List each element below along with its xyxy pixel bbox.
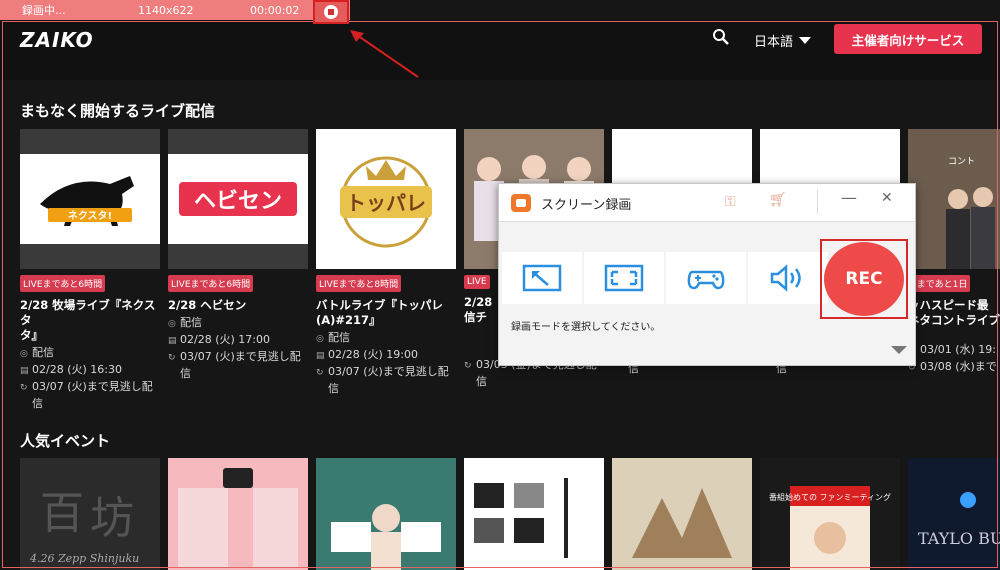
replay-icon: ↻: [316, 368, 324, 378]
language-label: 日本語: [754, 35, 794, 50]
thumb-text: トッパレ: [346, 191, 426, 215]
recording-status-bar: 録画中... 1140x622 00:00:02: [0, 0, 350, 24]
cart-icon[interactable]: 🛒︎: [769, 192, 787, 208]
gamepad-icon: [687, 270, 725, 290]
region-select-icon: [522, 264, 562, 292]
popular-event-card[interactable]: [168, 458, 308, 570]
event-thumbnail[interactable]: コント: [908, 129, 1000, 269]
popular-event-card[interactable]: TAYLO BURTON: [908, 458, 1000, 570]
recording-status: 録画中...: [22, 4, 66, 17]
live-badge: LIVEまであと6時間: [168, 275, 254, 292]
recording-timer: 00:00:02: [250, 3, 300, 17]
popular-event-card[interactable]: [316, 458, 456, 570]
close-button[interactable]: ✕: [881, 190, 893, 206]
broadcast-icon: ◎: [316, 334, 324, 344]
zaiko-page: ZAIKO 日本語 主催者向けサービス まもなく開始するライブ配信 ネクスタ! …: [0, 0, 1000, 570]
event-thumbnail[interactable]: トッパレ: [316, 129, 456, 269]
fullscreen-icon: [604, 264, 644, 292]
minimize-button[interactable]: —: [841, 188, 857, 207]
replay-icon: ↻: [20, 383, 28, 393]
upcoming-live-title: まもなく開始するライブ配信: [20, 102, 216, 120]
event-card[interactable]: トッパレ LIVEまであと8時間 バトルライブ『トッパレ (A)#217』 ◎ 配信…: [316, 129, 456, 396]
fullscreen-mode-button[interactable]: [584, 252, 664, 304]
event-thumbnail: [612, 458, 752, 570]
svg-text:番組始めての ファンミーティング: 番組始めての ファンミーティング: [769, 492, 891, 502]
key-icon[interactable]: ⚿: [725, 194, 736, 210]
event-title: 2/28 ヘビセン: [168, 298, 247, 312]
event-thumbnail[interactable]: ネクスタ!: [20, 129, 160, 269]
audio-mode-button[interactable]: [748, 252, 828, 304]
game-mode-button[interactable]: [666, 252, 746, 304]
mode-hint-text: 録画モードを選択してください。: [511, 322, 661, 333]
site-header: ZAIKO 日本語 主催者向けサービス: [0, 20, 1000, 80]
annotation-arrow-icon: [350, 30, 419, 78]
expand-chevron-icon[interactable]: [891, 346, 907, 354]
popular-event-card[interactable]: 番組始めての ファンミーティング: [760, 458, 900, 570]
live-badge: LIVEまであと8時間: [316, 275, 402, 292]
event-title: 2/28 牧場ライブ『ネクスタ タ』: [20, 298, 156, 342]
event-thumbnail: TAYLO BURTON: [908, 458, 1000, 570]
hebisen-logo-icon: ヘビセン: [179, 182, 297, 216]
popular-event-card[interactable]: 百 坊 4.26 Zepp Shinjuku: [20, 458, 160, 570]
event-title: ッハスピード最 ネタコントライブ: [908, 298, 1000, 327]
recorder-titlebar: スクリーン録画 ⚿ 🛒︎ — ✕: [499, 184, 915, 222]
event-thumbnail: 番組始めての ファンミーティング: [769, 486, 891, 570]
rec-button[interactable]: REC: [824, 242, 904, 316]
recorder-app-icon: [511, 194, 531, 212]
event-thumbnail[interactable]: ヘビセン: [168, 129, 308, 269]
recording-resolution: 1140x622: [138, 3, 194, 17]
calendar-icon: ▤: [168, 336, 177, 346]
event-meta: ◎ 配信 ▤ 02/28 (火) 16:30 ↻ 03/07 (火)まで見逃し配 信: [20, 346, 153, 410]
popular-events-title: 人気イベント: [20, 432, 111, 450]
event-card[interactable]: ヘビセン LIVEまであと6時間 2/28 ヘビセン ◎ 配信 ▤ 02/28 (火…: [168, 129, 308, 381]
recorder-title: スクリーン録画: [541, 198, 632, 213]
street-photo-icon: コント: [908, 129, 1000, 269]
event-thumbnail: [316, 458, 456, 570]
calendar-icon: ▤: [20, 366, 29, 376]
calendar-icon: ▤: [316, 351, 325, 361]
thumb-text: コント: [948, 157, 975, 167]
search-icon[interactable]: [712, 28, 730, 46]
event-meta: ◎ 配信 ▤ 02/28 (火) 19:00 ↻ 03/07 (火)まで見逃し配 信: [316, 331, 449, 395]
thumb-text: ヘビセン: [194, 189, 282, 214]
language-selector[interactable]: 日本語: [754, 31, 812, 50]
horse-logo-icon: ネクスタ!: [40, 176, 134, 226]
event-thumbnail: [464, 458, 604, 570]
event-card[interactable]: ネクスタ! LIVEまであと6時間 2/28 牧場ライブ『ネクスタ タ』 ◎ 配信 …: [20, 129, 160, 411]
speaker-icon: [770, 264, 801, 292]
event-meta: ◎ 配信 ▤ 02/28 (火) 17:00 ↻ 03/07 (火)まで見逃し配 信: [168, 316, 301, 380]
zaiko-logo[interactable]: ZAIKO: [20, 28, 94, 52]
event-meta: ▤03/01 (水) 19: ↻03/08 (水)まで: [908, 342, 1000, 376]
titlebar-divider: [817, 190, 818, 214]
stop-recording-button[interactable]: [313, 0, 349, 24]
stop-icon: [324, 5, 338, 19]
replay-icon: ↻: [464, 361, 472, 371]
event-title: バトルライブ『トッパレ (A)#217』: [316, 298, 443, 327]
replay-icon: ↻: [168, 353, 176, 363]
toppare-logo-icon: トッパレ: [340, 156, 432, 248]
event-thumbnail: 百 坊 4.26 Zepp Shinjuku: [20, 458, 160, 570]
rec-button-highlight: REC: [820, 239, 908, 319]
live-badge: LIVEまであと6時間: [20, 275, 106, 292]
popular-event-card[interactable]: [464, 458, 604, 570]
svg-text:坊: 坊: [90, 493, 134, 544]
live-badge: Eまであと1日: [908, 275, 971, 292]
svg-text:4.26 Zepp Shinjuku: 4.26 Zepp Shinjuku: [29, 552, 139, 565]
broadcast-icon: ◎: [20, 349, 28, 359]
region-mode-button[interactable]: [502, 252, 582, 304]
event-thumbnail: [168, 458, 308, 570]
organizer-services-button[interactable]: 主催者向けサービス: [834, 24, 982, 54]
svg-text:TAYLO BURTON: TAYLO BURTON: [918, 529, 1000, 548]
live-badge: LIVE: [464, 275, 490, 289]
thumb-text: ネクスタ!: [68, 210, 112, 222]
popular-event-card[interactable]: [612, 458, 752, 570]
svg-text:百: 百: [40, 488, 84, 539]
screen-recorder-window: スクリーン録画 ⚿ 🛒︎ — ✕ REC 録画モードを選択してください。: [498, 183, 916, 366]
broadcast-icon: ◎: [168, 319, 176, 329]
chevron-down-icon: [799, 37, 812, 44]
event-card[interactable]: コント Eまであと1日 ッハスピード最ネタコントライブ ▤03/01 (水) 1…: [908, 129, 1000, 376]
